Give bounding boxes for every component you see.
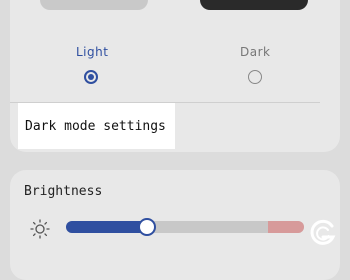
sun-icon	[30, 219, 50, 239]
brightness-slider-fill	[66, 221, 147, 233]
brightness-slider-end	[268, 221, 304, 233]
dark-radio-button[interactable]	[248, 70, 262, 84]
watermark-logo-icon	[310, 219, 336, 245]
dark-theme-preview[interactable]	[200, 0, 308, 10]
light-theme-preview[interactable]	[40, 0, 148, 10]
dark-mode-settings-label: Dark mode settings	[25, 119, 166, 134]
light-option-label[interactable]: Light	[76, 45, 108, 59]
brightness-slider-track[interactable]	[66, 221, 304, 233]
dark-option-label[interactable]: Dark	[240, 45, 270, 59]
dark-mode-settings-item[interactable]: Dark mode settings	[18, 103, 175, 149]
light-radio-button[interactable]	[84, 70, 98, 84]
brightness-title: Brightness	[24, 184, 103, 199]
brightness-slider-thumb[interactable]	[138, 218, 156, 236]
